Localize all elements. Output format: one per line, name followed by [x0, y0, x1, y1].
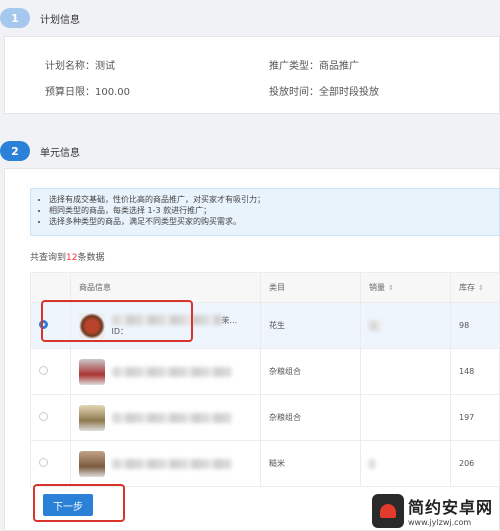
tip-item: 选择有成交基础，性价比高的商品推广，对买家才有吸引力； — [49, 194, 493, 205]
section-unit-title: 单元信息 — [40, 147, 80, 159]
radio-selected[interactable] — [39, 320, 48, 329]
stock-cell: 148 — [450, 348, 500, 395]
result-count-number: 12 — [66, 253, 78, 263]
category-cell: 糙米 — [260, 440, 361, 487]
sales-cell — [360, 394, 451, 441]
sales-cell — [360, 440, 451, 487]
table-row[interactable]: 杂粮组合 148 — [30, 348, 500, 395]
stock-cell: 206 — [450, 440, 500, 487]
delivery-time: 投放时间：全部时段投放 — [269, 87, 379, 98]
plan-name: 计划名称：测试 — [45, 61, 115, 72]
plan-info-panel: 计划名称：测试 推广类型：商品推广 预算日限：100.00 投放时间：全部时段投… — [4, 36, 500, 114]
product-name-blurred — [111, 366, 232, 377]
watermark-url: www.jylzwj.com — [408, 518, 472, 527]
table-row[interactable]: 糙米 206 — [30, 440, 500, 487]
product-cell — [70, 440, 261, 487]
tip-item: 相同类型的商品，每类选择 1-3 款进行推广； — [49, 205, 493, 216]
section-plan-header: 1 计划信息 — [0, 8, 500, 28]
product-cell — [70, 394, 261, 441]
tips-box: 选择有成交基础，性价比高的商品推广，对买家才有吸引力； 相同类型的商品，每类选择… — [30, 188, 500, 236]
watermark: 简约安卓网 www.jylzwj.com — [372, 490, 500, 531]
product-thumbnail — [79, 404, 105, 431]
row-select-cell[interactable] — [30, 394, 71, 441]
row-select-cell[interactable] — [30, 440, 71, 487]
table-row[interactable]: 茉... ID： 花生 98 — [30, 302, 500, 349]
tip-item: 选择多种类型的商品，满足不同类型买家的购买需求。 — [49, 216, 493, 227]
product-cell: 茉... ID： — [70, 302, 261, 349]
sort-icon[interactable]: ⇕ — [388, 284, 394, 292]
watermark-title: 简约安卓网 — [408, 498, 494, 517]
step-badge-2: 2 — [0, 141, 30, 161]
next-step-button[interactable]: 下一步 — [43, 494, 93, 516]
budget: 预算日限：100.00 — [45, 87, 130, 98]
row-select-cell[interactable] — [30, 348, 71, 395]
table-header-row: 商品信息 类目 销量 ⇕ 库存 ⇕ — [30, 272, 500, 303]
category-cell: 杂粮组合 — [260, 348, 361, 395]
radio-unselected[interactable] — [39, 458, 48, 467]
sort-icon[interactable]: ⇕ — [478, 284, 484, 292]
step-badge-1: 1 — [0, 8, 30, 28]
header-category: 类目 — [260, 272, 361, 303]
product-table: 商品信息 类目 销量 ⇕ 库存 ⇕ 茉... ID： 花生 98 杂粮组合 148 — [30, 272, 500, 487]
header-stock[interactable]: 库存 ⇕ — [450, 272, 500, 303]
sales-cell — [360, 348, 451, 395]
product-id: ID： — [111, 326, 129, 336]
category-cell: 杂粮组合 — [260, 394, 361, 441]
product-thumbnail — [79, 358, 105, 385]
product-name-blurred — [111, 315, 222, 325]
radio-unselected[interactable] — [39, 412, 48, 421]
section-unit-header: 2 单元信息 — [0, 141, 500, 161]
android-logo-icon — [372, 493, 404, 528]
header-sales[interactable]: 销量 ⇕ — [360, 272, 451, 303]
product-cell — [70, 348, 261, 395]
promo-type: 推广类型：商品推广 — [269, 61, 359, 72]
product-thumbnail — [79, 312, 105, 339]
product-name-blurred — [111, 458, 232, 469]
sales-cell — [360, 302, 451, 349]
header-select — [30, 272, 71, 303]
stock-cell: 197 — [450, 394, 500, 441]
radio-unselected[interactable] — [39, 366, 48, 375]
product-name-blurred — [111, 412, 232, 423]
table-row[interactable]: 杂粮组合 197 — [30, 394, 500, 441]
product-name-tail: 茉... — [221, 315, 238, 325]
header-product: 商品信息 — [70, 272, 261, 303]
row-select-cell[interactable] — [30, 302, 71, 349]
section-plan-title: 计划信息 — [40, 14, 80, 26]
result-count: 共查询到12条数据 — [30, 253, 105, 263]
category-cell: 花生 — [260, 302, 361, 349]
stock-cell: 98 — [450, 302, 500, 349]
product-thumbnail — [79, 450, 105, 477]
